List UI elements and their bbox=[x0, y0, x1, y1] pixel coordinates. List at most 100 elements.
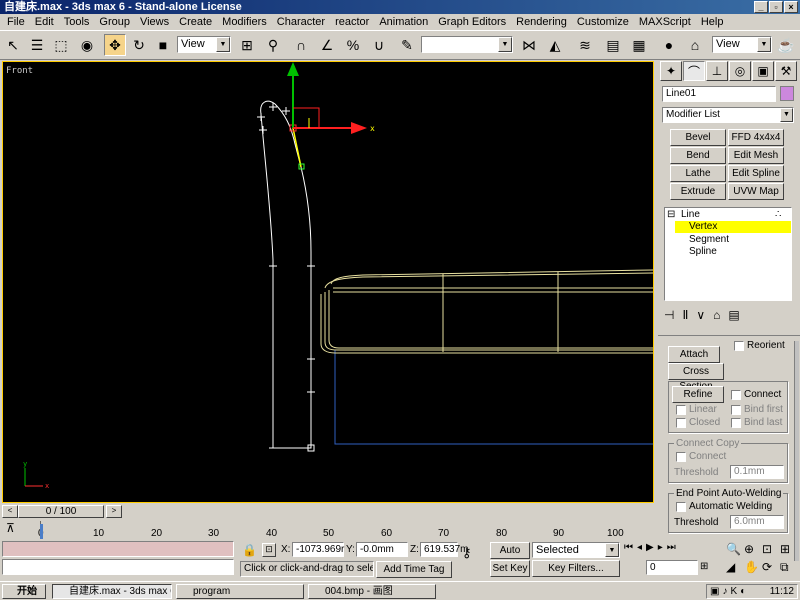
percent-snap-icon[interactable]: % bbox=[342, 34, 364, 56]
ffd-button[interactable]: FFD 4x4x4 bbox=[728, 129, 784, 146]
prev-frame-icon[interactable]: ◂ bbox=[637, 542, 642, 553]
current-frame-field[interactable]: 0 bbox=[646, 560, 698, 575]
refine-button[interactable]: Refine bbox=[672, 386, 724, 403]
remove-modifier-icon[interactable]: ⌂ bbox=[713, 308, 720, 322]
create-tab-icon[interactable]: ✦ bbox=[660, 61, 682, 81]
play-icon[interactable]: ▶ bbox=[646, 542, 654, 553]
cross-section-button[interactable]: Cross Section bbox=[668, 363, 724, 392]
menu-file[interactable]: File bbox=[2, 14, 30, 30]
task-3dsmax[interactable]: 自建床.max - 3ds max 6... bbox=[52, 584, 172, 599]
move-icon[interactable]: ✥ bbox=[104, 34, 126, 56]
bind-last-checkbox[interactable] bbox=[731, 418, 741, 428]
antivirus-icon[interactable]: K bbox=[730, 586, 737, 597]
menu-customize[interactable]: Customize bbox=[572, 14, 634, 30]
menu-edit[interactable]: Edit bbox=[30, 14, 59, 30]
stack-item-spline[interactable]: Spline bbox=[689, 246, 717, 258]
zoom-all-icon[interactable]: ⊕ bbox=[744, 542, 762, 556]
x-coord-field[interactable]: -1073.969r bbox=[292, 542, 344, 557]
maxscript-input[interactable] bbox=[2, 559, 234, 575]
modifier-list-dropdown[interactable]: Modifier List ▼ bbox=[662, 107, 794, 123]
display-tab-icon[interactable]: ▣ bbox=[752, 61, 774, 81]
task-paint[interactable]: 004.bmp - 画图 bbox=[308, 584, 436, 599]
time-ruler[interactable] bbox=[40, 521, 640, 539]
menu-rendering[interactable]: Rendering bbox=[511, 14, 572, 30]
pivot-center-icon[interactable]: ⊞ bbox=[236, 34, 258, 56]
threshold-field[interactable]: 0.1mm bbox=[730, 465, 784, 479]
lathe-button[interactable]: Lathe bbox=[670, 165, 726, 182]
mini-curve-editor-icon[interactable]: ⊼ bbox=[6, 521, 26, 537]
next-frame-icon[interactable]: ▸ bbox=[658, 542, 663, 553]
key-filters-button[interactable]: Key Filters... bbox=[532, 560, 620, 577]
connect-checkbox[interactable] bbox=[731, 390, 741, 400]
menu-character[interactable]: Character bbox=[272, 14, 330, 30]
rect-selection-icon[interactable]: ⬚ bbox=[50, 34, 72, 56]
edit-mesh-button[interactable]: Edit Mesh bbox=[728, 147, 784, 164]
uvw-map-button[interactable]: UVW Map bbox=[728, 183, 784, 200]
bind-first-checkbox[interactable] bbox=[731, 405, 741, 415]
mirror-icon[interactable]: ⋈ bbox=[518, 34, 540, 56]
menu-views[interactable]: Views bbox=[135, 14, 174, 30]
viewport-label[interactable]: Front bbox=[6, 66, 33, 76]
go-end-icon[interactable]: ⏭ bbox=[667, 542, 676, 553]
bend-button[interactable]: Bend bbox=[670, 147, 726, 164]
time-config-icon[interactable]: ⊞ bbox=[700, 561, 708, 572]
time-next-button[interactable]: > bbox=[106, 505, 122, 518]
window-crossing-icon[interactable]: ◉ bbox=[76, 34, 98, 56]
stack-item-vertex[interactable]: Vertex bbox=[675, 221, 791, 233]
zoom-extents-all-icon[interactable]: ⊞ bbox=[780, 542, 798, 556]
menu-animation[interactable]: Animation bbox=[374, 14, 433, 30]
connect-copy-checkbox[interactable] bbox=[676, 452, 686, 462]
reorient-checkbox[interactable] bbox=[734, 341, 744, 351]
input-method-icon[interactable]: ◐ bbox=[740, 586, 746, 597]
menu-maxscript[interactable]: MAXScript bbox=[634, 14, 696, 30]
arc-rotate-icon[interactable]: ⟳ bbox=[762, 560, 780, 575]
menu-reactor[interactable]: reactor bbox=[330, 14, 374, 30]
stack-item-line[interactable]: Line bbox=[681, 209, 700, 221]
select-by-name-icon[interactable]: ☰ bbox=[26, 34, 48, 56]
snap-3d-icon[interactable]: ∩ bbox=[290, 34, 312, 56]
stack-item-segment[interactable]: Segment bbox=[689, 234, 729, 246]
material-editor-icon[interactable]: ● bbox=[658, 34, 680, 56]
utilities-tab-icon[interactable]: ⚒ bbox=[775, 61, 797, 81]
network-icon[interactable]: ▣ bbox=[710, 586, 719, 597]
align-icon[interactable]: ◭ bbox=[544, 34, 566, 56]
current-frame-marker[interactable] bbox=[40, 524, 43, 539]
z-coord-field[interactable]: 619.537m bbox=[420, 542, 468, 557]
volume-icon[interactable]: ♪ bbox=[722, 586, 727, 597]
named-selection-dropdown[interactable]: ▼ bbox=[421, 36, 513, 53]
linear-checkbox[interactable] bbox=[676, 405, 686, 415]
field-of-view-icon[interactable]: ◢ bbox=[726, 560, 744, 575]
maximize-viewport-icon[interactable]: ⧉ bbox=[780, 560, 798, 575]
pan-icon[interactable]: ✋ bbox=[744, 560, 762, 575]
track-view-icon[interactable]: ▤ bbox=[602, 34, 624, 56]
menu-graph-editors[interactable]: Graph Editors bbox=[433, 14, 511, 30]
modify-tab-icon[interactable]: ⌒ bbox=[683, 61, 705, 81]
modifier-stack[interactable]: ⊟ Line ∴ Vertex Segment Spline bbox=[664, 207, 792, 301]
zoom-extents-icon[interactable]: ⊡ bbox=[762, 542, 780, 556]
quick-render-icon[interactable]: ☕ bbox=[775, 34, 797, 56]
render-scene-icon[interactable]: ⌂ bbox=[684, 34, 706, 56]
select-cursor-icon[interactable]: ↖ bbox=[2, 34, 24, 56]
auto-key-button[interactable]: Auto Key bbox=[490, 542, 530, 571]
schematic-view-icon[interactable]: ▦ bbox=[628, 34, 650, 56]
auto-weld-checkbox[interactable] bbox=[676, 502, 686, 512]
absolute-mode-icon[interactable]: ⊡ bbox=[262, 543, 276, 557]
object-name-field[interactable]: Line01 bbox=[662, 86, 776, 102]
start-button[interactable]: 开始 bbox=[2, 584, 46, 599]
transform-gizmo[interactable] bbox=[287, 62, 367, 134]
minimize-button[interactable]: _ bbox=[754, 1, 768, 13]
go-start-icon[interactable]: ⏮ bbox=[624, 542, 633, 553]
maxscript-listener[interactable] bbox=[2, 541, 234, 557]
show-end-result-icon[interactable]: Ⅱ bbox=[682, 308, 688, 322]
motion-tab-icon[interactable]: ◎ bbox=[729, 61, 751, 81]
object-color-swatch[interactable] bbox=[780, 86, 794, 101]
key-mode-dropdown[interactable]: Selected ▼ bbox=[532, 542, 620, 558]
bevel-button[interactable]: Bevel bbox=[670, 129, 726, 146]
menu-create[interactable]: Create bbox=[174, 14, 217, 30]
angle-snap-icon[interactable]: ∠ bbox=[316, 34, 338, 56]
attach-mult-button[interactable]: Attach Mult. bbox=[668, 346, 720, 375]
render-view-dropdown[interactable]: View ▼ bbox=[712, 36, 772, 53]
reference-coord-dropdown[interactable]: View ▼ bbox=[177, 36, 231, 53]
threshold2-field[interactable]: 6.0mm bbox=[730, 515, 784, 529]
spinner-snap-icon[interactable]: ∪ bbox=[368, 34, 390, 56]
